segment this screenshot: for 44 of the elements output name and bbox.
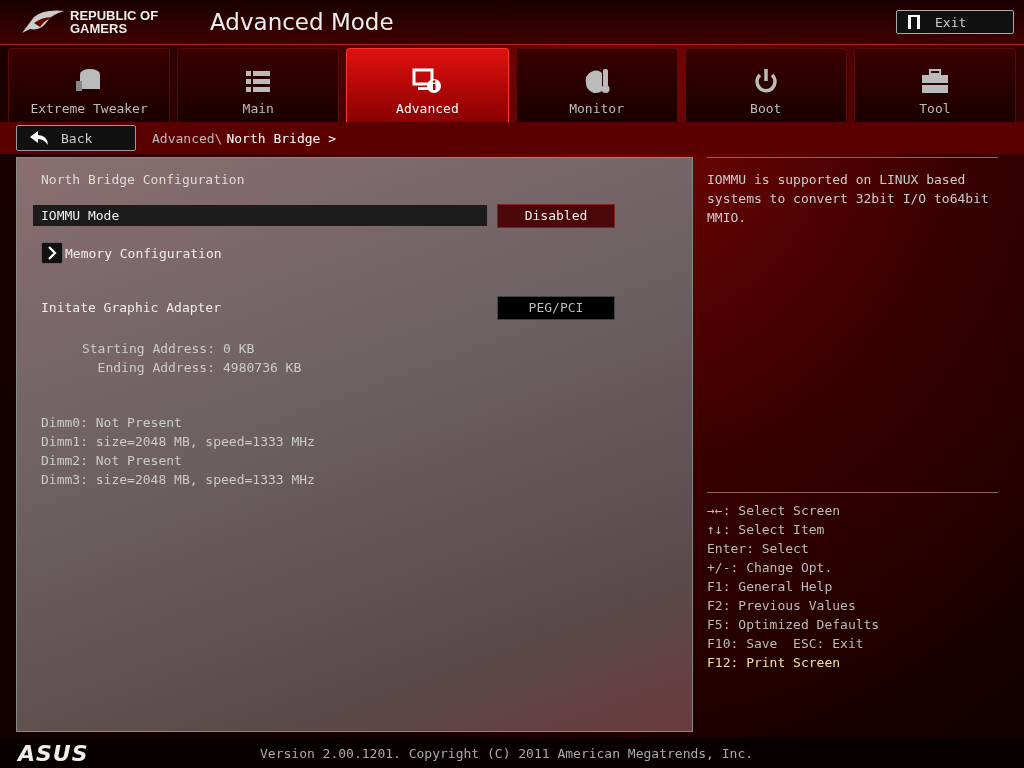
submenu-link[interactable]: Memory Configuration [65,245,222,261]
logo: ASUS [18,740,90,766]
tab[interactable]: Tool [853,48,1017,122]
tab[interactable]: Extreme Tweaker [8,48,171,122]
key-hint: →←: Select Screen [707,502,842,520]
setting-label[interactable]: IOMMU Mode [33,205,487,226]
exit-button[interactable]: Exit [896,10,1014,34]
info-value: 4980736 KB [223,360,302,375]
eye-logo-icon [20,9,66,35]
breadcrumb-link[interactable]: Advanced\ [152,130,223,146]
dimm-info: Dimm0: Not Present [41,415,183,430]
monitor-info-icon [412,67,443,95]
breadcrumb-current: North Bridge > [226,130,337,146]
info-label: Ending Address: [97,360,215,375]
dimm-info: Dimm1: size=2048 MB, speed=1333 MHz [41,434,316,449]
key-hint: +/-: Change Opt. [707,559,834,577]
info-value: 0 KB [223,341,255,356]
key-hint: F5: Optimized Defaults [707,616,881,634]
tab[interactable]: Main [177,48,340,122]
key-hint: F10: Save ESC: Exit [707,635,865,653]
key-hint: ↑↓: Select Item [707,521,826,539]
section-title: North Bridge Configuration [41,172,246,187]
key-hint: F1: General Help [707,578,834,596]
mode-title: Advanced Mode [210,9,395,35]
door-icon [907,14,921,30]
dimm-info: Dimm3: size=2048 MB, speed=1333 MHz [41,472,316,487]
back-button[interactable]: Back [16,125,136,151]
help-text: IOMMU is supported on LINUX based systems to convert 32bit I/O to64bit MMIO. [707,171,990,227]
version-text: Version 2.00.1201. Copyright (C) 2011 American Megatrends, Inc. [260,745,754,761]
dimm-info: Dimm2: Not Present [41,453,183,468]
key-hint: F12: Print Screen [707,654,842,672]
toolbox-icon [919,67,950,95]
info-label: Starting Address: [81,341,215,356]
setting-value-button[interactable]: Disabled [497,203,615,228]
chevron-icon [41,242,63,264]
tab[interactable]: Boot [684,48,847,122]
setting-label[interactable]: Initate Graphic Adapter [33,297,487,318]
back-arrow-icon [29,130,49,146]
tab[interactable]: Monitor [515,48,678,122]
key-hint: Enter: Select [707,540,810,558]
key-hint: F2: Previous Values [707,597,857,615]
brand-name: REPUBLIC OF GAMERS [70,9,160,35]
setting-value-button[interactable]: PEG/PCI [497,295,615,320]
tab[interactable]: Advanced [346,48,509,122]
